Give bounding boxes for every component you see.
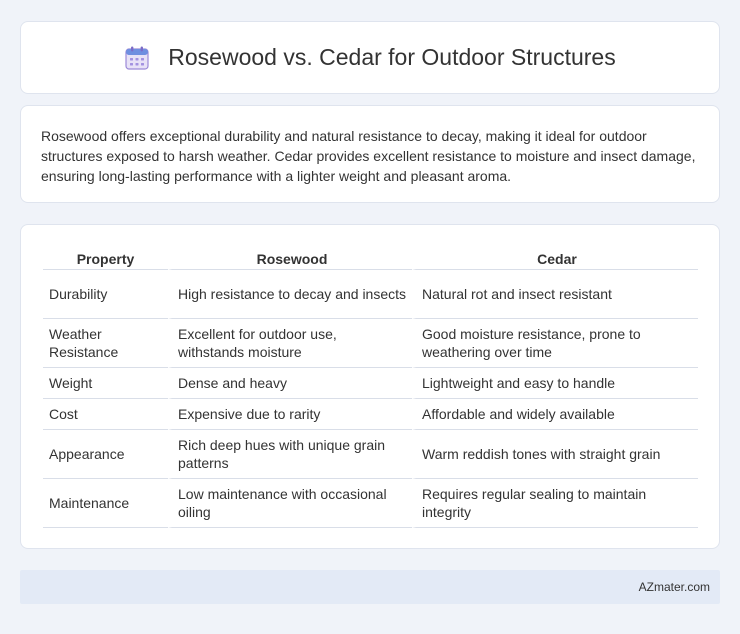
cell-rosewood: Dense and heavy: [168, 368, 412, 399]
table-row: Cost Expensive due to rarity Affordable …: [43, 399, 698, 430]
cell-cedar: Lightweight and easy to handle: [412, 368, 698, 399]
cell-property: Appearance: [43, 430, 168, 479]
table-row: Maintenance Low maintenance with occasio…: [43, 479, 698, 528]
cell-property: Maintenance: [43, 479, 168, 528]
cell-property: Durability: [43, 270, 168, 319]
cell-cedar: Warm reddish tones with straight grain: [412, 430, 698, 479]
table-row: Weather Resistance Excellent for outdoor…: [43, 319, 698, 368]
page-title: Rosewood vs. Cedar for Outdoor Structure…: [168, 44, 616, 70]
cell-property: Weather Resistance: [43, 319, 168, 368]
cell-cedar: Natural rot and insect resistant: [412, 270, 698, 319]
header-card: Rosewood vs. Cedar for Outdoor Structure…: [20, 21, 720, 94]
cell-rosewood: Low maintenance with occasional oiling: [168, 479, 412, 528]
comparison-table: Property Rosewood Cedar Durability High …: [43, 243, 698, 528]
footer: AZmater.com: [20, 570, 720, 604]
table-header-row: Property Rosewood Cedar: [43, 243, 698, 270]
cell-rosewood: Excellent for outdoor use, withstands mo…: [168, 319, 412, 368]
cell-rosewood: Rich deep hues with unique grain pattern…: [168, 430, 412, 479]
table-row: Appearance Rich deep hues with unique gr…: [43, 430, 698, 479]
summary-card: Rosewood offers exceptional durability a…: [20, 105, 720, 203]
table-row: Weight Dense and heavy Lightweight and e…: [43, 368, 698, 399]
cell-rosewood: Expensive due to rarity: [168, 399, 412, 430]
cell-rosewood: High resistance to decay and insects: [168, 270, 412, 319]
cell-cedar: Affordable and widely available: [412, 399, 698, 430]
title-wrap: Rosewood vs. Cedar for Outdoor Structure…: [124, 44, 616, 71]
cell-cedar: Requires regular sealing to maintain int…: [412, 479, 698, 528]
footer-site-link[interactable]: AZmater.com: [639, 580, 710, 594]
comparison-table-card: Property Rosewood Cedar Durability High …: [20, 224, 720, 549]
cell-property: Cost: [43, 399, 168, 430]
table-row: Durability High resistance to decay and …: [43, 270, 698, 319]
cell-cedar: Good moisture resistance, prone to weath…: [412, 319, 698, 368]
column-header-cedar: Cedar: [412, 243, 698, 270]
column-header-rosewood: Rosewood: [168, 243, 412, 270]
summary-text: Rosewood offers exceptional durability a…: [41, 128, 696, 184]
calendar-icon: [125, 46, 149, 70]
column-header-property: Property: [43, 243, 168, 270]
cell-property: Weight: [43, 368, 168, 399]
